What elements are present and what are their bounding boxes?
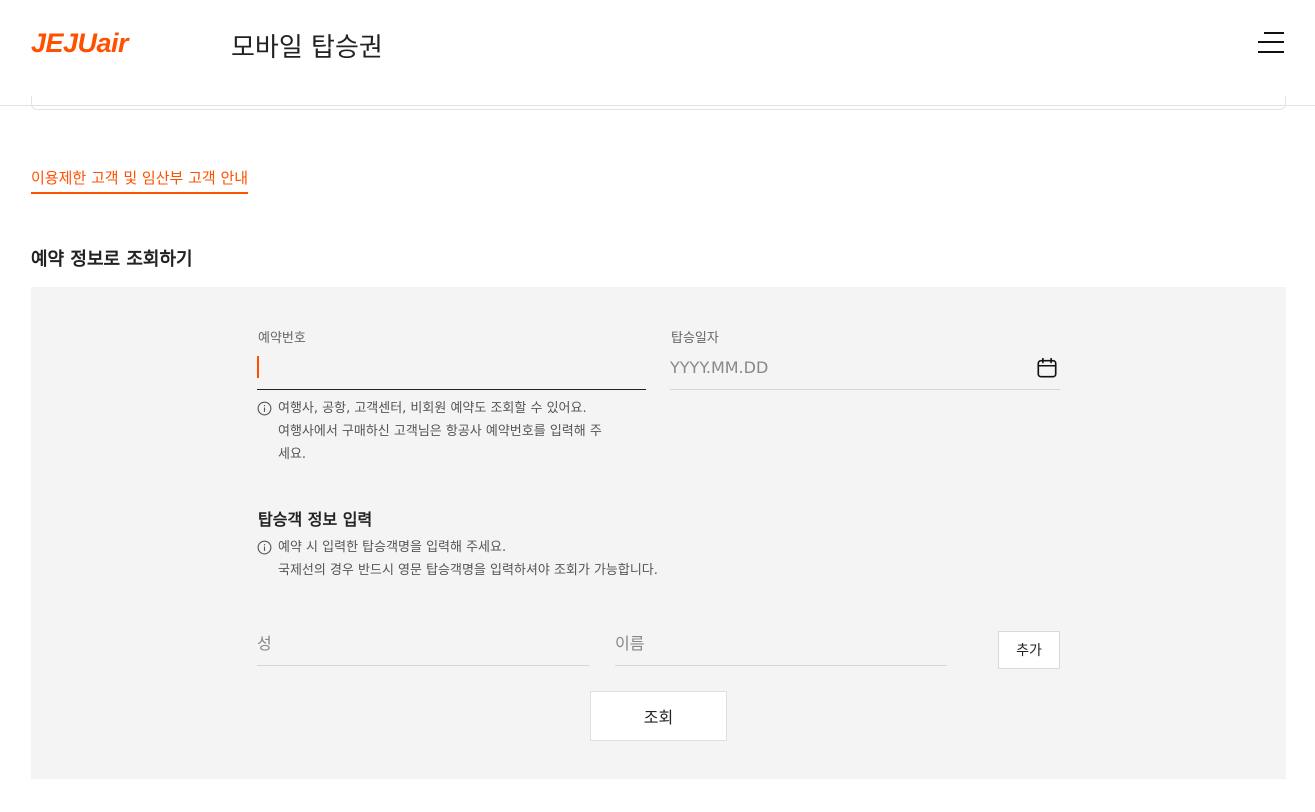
menu-line bbox=[1258, 51, 1284, 53]
boarding-date-input[interactable] bbox=[670, 346, 1060, 389]
boarding-date-field[interactable] bbox=[670, 346, 1060, 390]
help-text-line: 예약 시 입력한 탑승객명을 입력해 주세요. bbox=[278, 540, 507, 555]
app-header: JEJUair 모바일 탑승권 bbox=[0, 0, 1315, 106]
help-text-line: 여행사, 공항, 고객센터, 비회원 예약도 조회할 수 있어요. bbox=[278, 401, 587, 416]
last-name-field[interactable] bbox=[257, 622, 589, 666]
first-name-input[interactable] bbox=[615, 622, 947, 665]
search-button[interactable]: 조회 bbox=[590, 691, 727, 741]
text-cursor bbox=[257, 356, 259, 378]
menu-line bbox=[1258, 41, 1284, 43]
collapsed-content-box bbox=[31, 96, 1286, 110]
reservation-number-input[interactable] bbox=[257, 346, 646, 389]
help-text-line: 여행사에서 구매하신 고객님은 항공사 예약번호를 입력해 주 bbox=[278, 424, 602, 439]
jejuair-logo[interactable]: JEJUair bbox=[31, 28, 129, 59]
page-title: 모바일 탑승권 bbox=[231, 33, 383, 63]
first-name-field[interactable] bbox=[615, 622, 947, 666]
info-icon bbox=[257, 401, 272, 416]
help-text-line: 세요. bbox=[278, 447, 307, 462]
calendar-icon[interactable] bbox=[1036, 357, 1058, 379]
reservation-help: 여행사, 공항, 고객센터, 비회원 예약도 조회할 수 있어요. 여행사에서 … bbox=[257, 397, 657, 466]
restricted-customer-notice-link[interactable]: 이용제한 고객 및 임산부 고객 안내 bbox=[31, 167, 249, 194]
add-passenger-button[interactable]: 추가 bbox=[998, 631, 1060, 669]
reservation-number-field[interactable] bbox=[257, 346, 646, 390]
help-text-line: 국제선의 경우 반드시 영문 탑승객명을 입력하셔야 조회가 가능합니다. bbox=[278, 563, 658, 578]
passenger-help: 예약 시 입력한 탑승객명을 입력해 주세요. 국제선의 경우 반드시 영문 탑… bbox=[257, 536, 817, 582]
hamburger-menu-icon[interactable] bbox=[1254, 30, 1286, 56]
section-title: 예약 정보로 조회하기 bbox=[31, 249, 193, 270]
passenger-info-title: 탑승객 정보 입력 bbox=[258, 510, 373, 529]
last-name-input[interactable] bbox=[257, 622, 589, 665]
menu-line bbox=[1264, 32, 1284, 34]
boarding-date-label: 탑승일자 bbox=[671, 331, 719, 346]
info-icon bbox=[257, 540, 272, 555]
reservation-number-label: 예약번호 bbox=[258, 331, 306, 346]
